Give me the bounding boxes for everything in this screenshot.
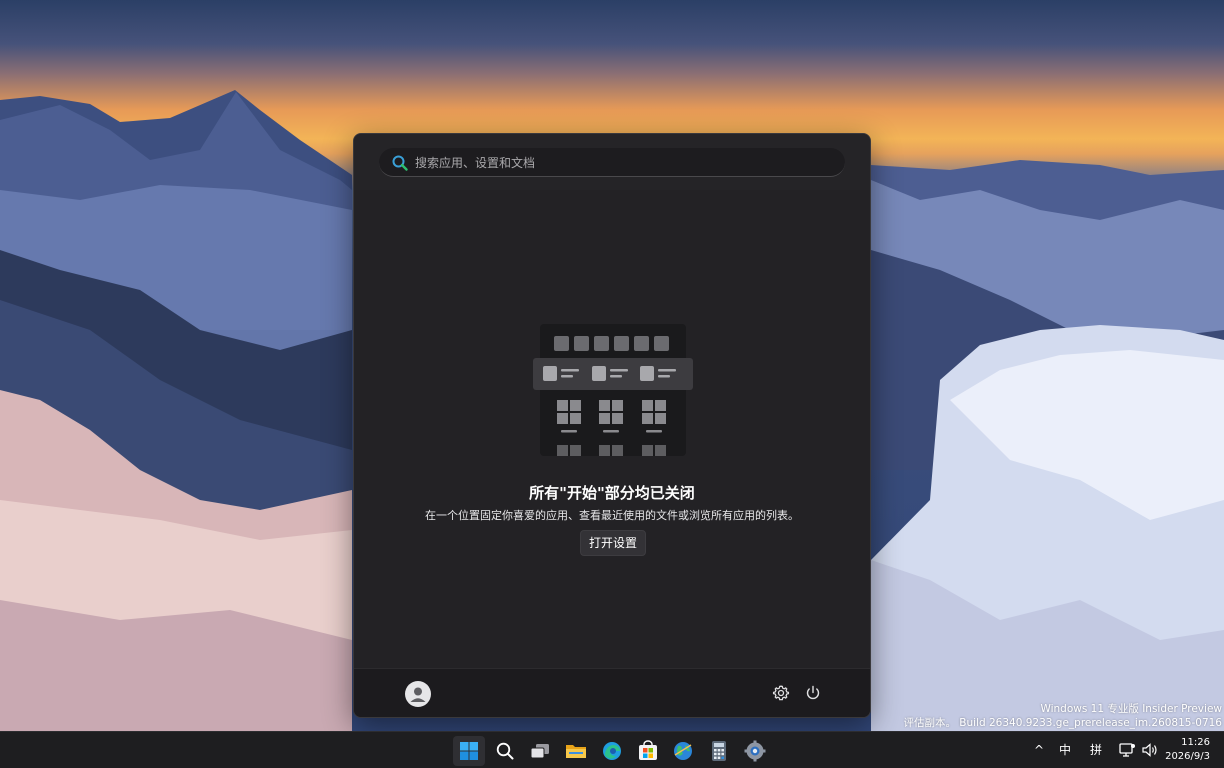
start-menu: 搜索应用、设置和文档 所有"开始"部分均已关闭 在一个位置固定你喜爱的应用、查看… [353, 133, 871, 718]
search-placeholder: 搜索应用、设置和文档 [415, 156, 536, 170]
store-button[interactable] [632, 736, 664, 766]
volume-icon[interactable] [1141, 740, 1159, 760]
gear-icon[interactable] [772, 684, 790, 702]
search-button[interactable] [489, 736, 521, 766]
open-settings-button[interactable]: 打开设置 [580, 530, 646, 556]
user-avatar-icon[interactable] [405, 681, 431, 707]
settings-gear-icon [744, 740, 766, 762]
globe-icon [674, 742, 692, 760]
start-search-box[interactable]: 搜索应用、设置和文档 [379, 148, 845, 177]
ime-mode-button[interactable]: 中 [1055, 740, 1075, 760]
clock-time: 11:26 [1181, 737, 1210, 748]
windows-watermark: Windows 11 专业版 Insider Preview 评估副本。 Bui… [903, 702, 1222, 730]
network-icon[interactable] [1118, 740, 1136, 760]
taskbar-clock[interactable]: 11:26 2026/9/3 [1165, 736, 1210, 764]
clock-date: 2026/9/3 [1165, 751, 1210, 762]
start-button[interactable] [453, 736, 485, 766]
empty-state-title: 所有"开始"部分均已关闭 [529, 484, 695, 502]
maps-button[interactable] [667, 736, 699, 766]
calculator-icon [712, 741, 726, 761]
task-view-icon [530, 744, 549, 759]
show-hidden-icons-button[interactable]: ^ [1031, 740, 1047, 760]
task-view-button[interactable] [524, 736, 556, 766]
edge-button[interactable] [596, 736, 628, 766]
taskbar: ^ 中 拼 11:26 2026/9/3 [0, 731, 1224, 768]
watermark-build: 评估副本。 Build 26340.9233.ge_prerelease_im.… [903, 717, 1222, 729]
file-explorer-button[interactable] [560, 736, 592, 766]
ime-pinyin-button[interactable]: 拼 [1086, 740, 1106, 760]
watermark-edition: Windows 11 专业版 Insider Preview [1040, 703, 1222, 715]
store-icon [639, 740, 657, 760]
edge-icon [603, 742, 621, 760]
empty-state-description: 在一个位置固定你喜爱的应用、查看最近使用的文件或浏览所有应用的列表。 [425, 509, 799, 522]
search-icon [496, 742, 514, 760]
settings-button[interactable] [739, 736, 771, 766]
folder-icon [566, 745, 586, 758]
start-search-area: 搜索应用、设置和文档 [354, 134, 870, 190]
search-icon [392, 155, 408, 171]
start-footer [354, 668, 870, 717]
windows-logo-icon [460, 742, 478, 760]
start-sections-illustration [533, 324, 693, 456]
calculator-button[interactable] [703, 736, 735, 766]
power-icon[interactable] [804, 684, 822, 702]
